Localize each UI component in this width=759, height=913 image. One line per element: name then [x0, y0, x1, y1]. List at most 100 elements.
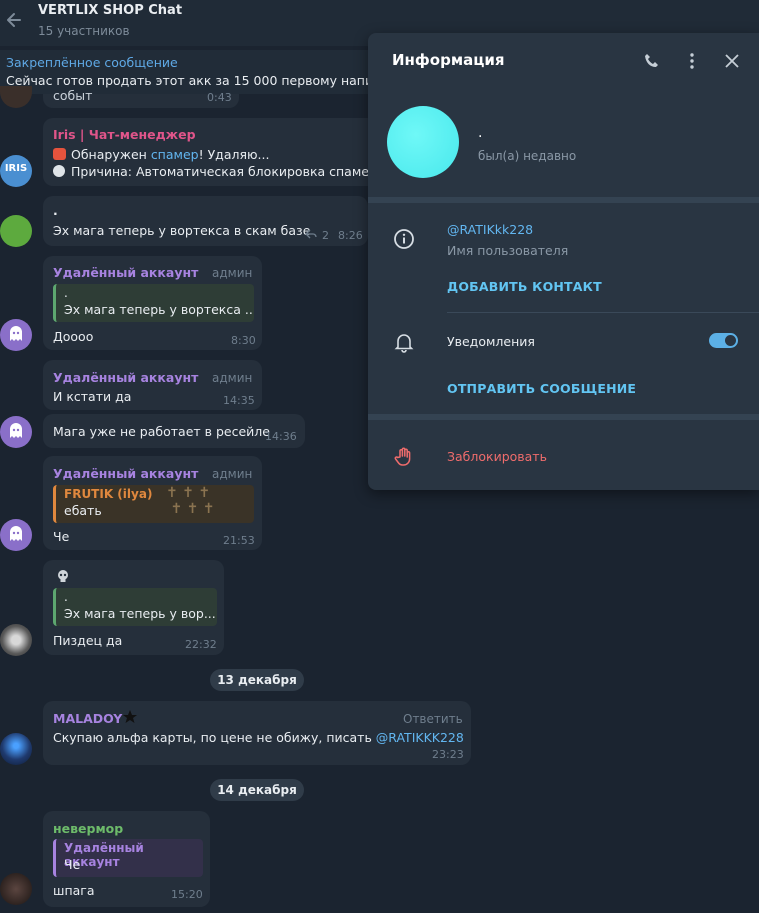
send-message-button[interactable]: ОТПРАВИТЬ СООБЩЕНИЕ	[447, 381, 636, 396]
reply-action[interactable]: Ответить	[403, 712, 463, 726]
more-options-icon[interactable]	[682, 51, 702, 71]
message-time: 15:20	[171, 888, 203, 901]
reply-text: Эх мага теперь у вортекса ...	[64, 302, 254, 317]
section-divider	[368, 197, 759, 203]
sender-name[interactable]: Iris | Чат-менеджер	[53, 127, 196, 142]
profile-avatar[interactable]	[387, 106, 459, 178]
message-time: 0:43	[207, 91, 232, 104]
message-text: Причина: Автоматическая блокировка спаме…	[53, 164, 392, 179]
message-text: Обнаружен спамер! Удаляю...	[53, 147, 269, 162]
info-icon	[394, 229, 414, 249]
avatar[interactable]	[0, 624, 32, 656]
message-bubble[interactable]: Удалённый аккаунт админ И кстати да 14:3…	[43, 360, 262, 410]
deleted-account-avatar[interactable]	[0, 416, 32, 448]
message-text: событ	[53, 88, 93, 103]
reply-text: ебать	[64, 503, 102, 518]
sender-name[interactable]: Удалённый аккаунт	[53, 265, 198, 280]
reply-author: FRUTIK (ilya)	[64, 487, 153, 501]
message-bubble[interactable]: невермор Удалённый аккаунт Че шпага 15:2…	[43, 811, 210, 907]
message-text: Скупаю альфа карты, по цене не обижу, пи…	[53, 730, 464, 745]
avatar[interactable]	[0, 215, 32, 247]
reply-quote[interactable]: FRUTIK (ilya) ебать ✝ ✝ ✝ ✝ ✝ ✝	[53, 485, 254, 523]
spammer-link[interactable]: спамер	[151, 147, 199, 162]
add-contact-button[interactable]: ДОБАВИТЬ КОНТАКТ	[447, 279, 602, 294]
message-time: 14:35	[223, 394, 255, 407]
panel-title: Информация	[392, 51, 505, 69]
message-bubble[interactable]: Мага уже не работает в ресейле 14:36	[43, 414, 305, 448]
admin-badge: админ	[212, 266, 253, 280]
ghost-icon	[10, 326, 22, 341]
bell-icon	[394, 334, 414, 353]
phone-icon[interactable]	[642, 51, 662, 71]
message-bubble[interactable]: событ 0:43	[43, 88, 239, 108]
username-label: Имя пользователя	[447, 243, 569, 258]
sender-name[interactable]: Удалённый аккаунт	[53, 370, 198, 385]
star-icon	[123, 710, 137, 723]
pinned-label: Закреплённое сообщение	[6, 55, 178, 70]
mention-link[interactable]: @RATIKKK228	[376, 730, 464, 745]
sender-name[interactable]: MALADOY	[53, 711, 122, 726]
message-text: Доооо	[53, 329, 94, 344]
message-time: 8:26	[338, 229, 363, 242]
username-value[interactable]: @RATIKkk228	[447, 222, 533, 237]
block-hand-icon	[394, 447, 411, 466]
reply-author: .	[64, 590, 68, 604]
message-bubble[interactable]: . Эх мага теперь у вор... Пиздец да 22:3…	[43, 560, 224, 655]
text-part: Причина: Автоматическая блокировка спаме…	[71, 164, 392, 179]
message-text: Че	[53, 529, 70, 544]
admin-badge: админ	[212, 467, 253, 481]
message-time: 21:53	[223, 534, 255, 547]
message-time: 22:32	[185, 638, 217, 651]
toggle-knob	[724, 334, 737, 347]
message-bubble[interactable]: MALADOY Ответить Скупаю альфа карты, по …	[43, 701, 471, 765]
reply-quote[interactable]: . Эх мага теперь у вортекса ...	[53, 284, 254, 322]
message-bubble[interactable]: Удалённый аккаунт админ . Эх мага теперь…	[43, 256, 262, 350]
message-time: 8:30	[231, 334, 256, 347]
reply-count[interactable]: 2	[322, 229, 329, 242]
block-button[interactable]: Заблокировать	[447, 449, 547, 464]
notifications-toggle[interactable]	[709, 333, 738, 348]
alarm-icon	[53, 148, 66, 160]
skull-emoji-icon	[58, 570, 68, 582]
profile-status: был(а) недавно	[478, 149, 577, 163]
speech-bubble-icon	[53, 165, 65, 177]
reply-quote[interactable]: Удалённый аккаунт Че	[53, 839, 203, 877]
sender-name[interactable]: невермор	[53, 821, 123, 836]
close-icon[interactable]	[722, 51, 742, 71]
reply-author: Удалённый аккаунт	[64, 841, 144, 869]
reply-text: Че	[64, 857, 81, 872]
message-bubble[interactable]: . Эх мага теперь у вортекса в скам базе …	[43, 196, 368, 246]
admin-badge: админ	[212, 371, 253, 385]
message-time: 23:23	[432, 748, 464, 761]
text-part: Скупаю альфа карты, по цене не обижу, пи…	[53, 730, 376, 745]
message-text: И кстати да	[53, 389, 132, 404]
date-separator: 14 декабря	[210, 779, 304, 801]
message-bubble[interactable]: Удалённый аккаунт админ FRUTIK (ilya) еб…	[43, 456, 262, 550]
message-text: Мага уже не работает в ресейле	[53, 424, 270, 439]
message-bubble[interactable]: Iris | Чат-менеджер Обнаружен спамер! Уд…	[43, 118, 392, 186]
date-separator: 13 декабря	[210, 669, 304, 691]
text-part: Обнаружен	[71, 147, 151, 162]
message-text: шпага	[53, 883, 95, 898]
cross-pattern: ✝ ✝ ✝ ✝ ✝ ✝	[166, 485, 215, 517]
chat-title: VERTLIX SHOP Chat	[38, 3, 183, 18]
avatar[interactable]	[0, 86, 32, 108]
avatar[interactable]	[0, 873, 32, 905]
deleted-account-avatar[interactable]	[0, 519, 32, 551]
message-time: 14:36	[265, 430, 297, 443]
reply-arrow-icon[interactable]	[305, 229, 317, 239]
iris-avatar[interactable]: IRIS	[0, 155, 32, 187]
user-info-panel: Информация . был(а) недавно @RATIKkk228 …	[368, 33, 759, 490]
avatar-text: IRIS	[4, 163, 28, 174]
avatar[interactable]	[0, 733, 32, 765]
reply-quote[interactable]: . Эх мага теперь у вор...	[53, 588, 217, 626]
back-arrow-icon[interactable]	[4, 10, 24, 30]
ghost-icon	[10, 526, 22, 541]
sender-name[interactable]: .	[53, 203, 58, 218]
notifications-label: Уведомления	[447, 334, 535, 349]
text-part: ! Удаляю...	[198, 147, 270, 162]
reply-author: .	[64, 286, 68, 300]
sender-name[interactable]: Удалённый аккаунт	[53, 466, 198, 481]
deleted-account-avatar[interactable]	[0, 319, 32, 351]
message-text: Пиздец да	[53, 633, 123, 648]
